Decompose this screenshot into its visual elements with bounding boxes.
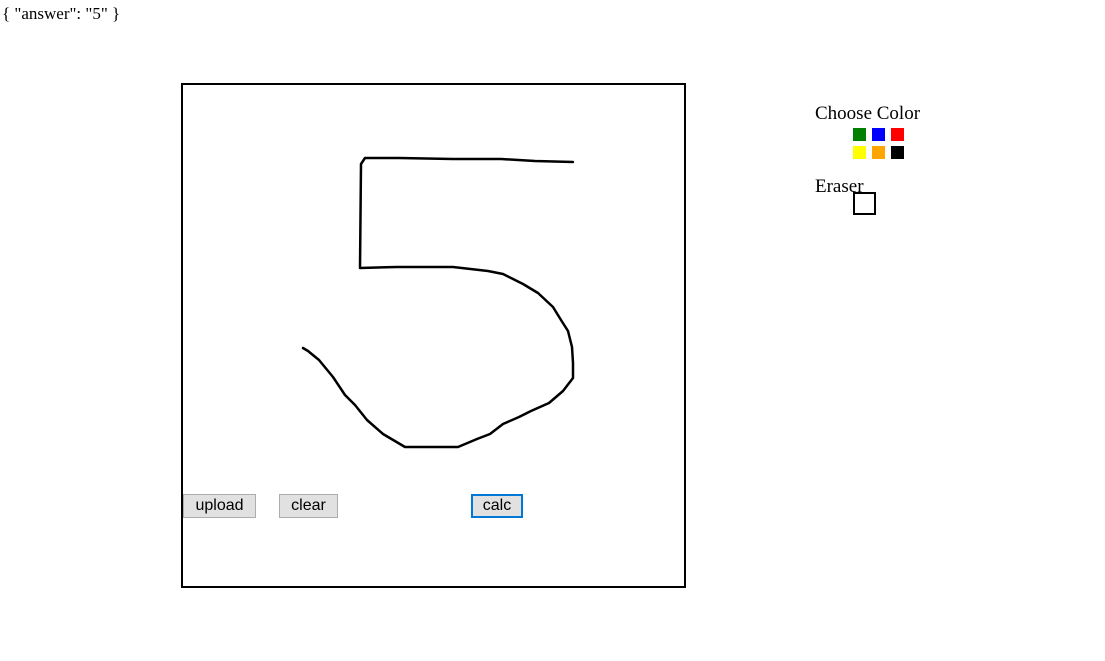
clear-button[interactable]: clear	[279, 494, 338, 518]
answer-output: { "answer": "5" }	[2, 4, 121, 23]
eraser-button[interactable]	[853, 192, 876, 215]
handwritten-digit-stroke	[301, 156, 575, 449]
color-swatch-green[interactable]	[853, 128, 866, 141]
color-swatch-black[interactable]	[891, 146, 904, 159]
choose-color-label: Choose Color	[815, 103, 921, 124]
color-panel: Choose Color Eraser	[815, 103, 1015, 223]
color-swatch-red[interactable]	[891, 128, 904, 141]
color-swatch-yellow[interactable]	[853, 146, 866, 159]
upload-button[interactable]: upload	[183, 494, 256, 518]
color-swatch-orange[interactable]	[872, 146, 885, 159]
drawing-canvas[interactable]: upload clear calc	[181, 83, 686, 588]
calc-button[interactable]: calc	[471, 494, 523, 518]
color-swatch-blue[interactable]	[872, 128, 885, 141]
